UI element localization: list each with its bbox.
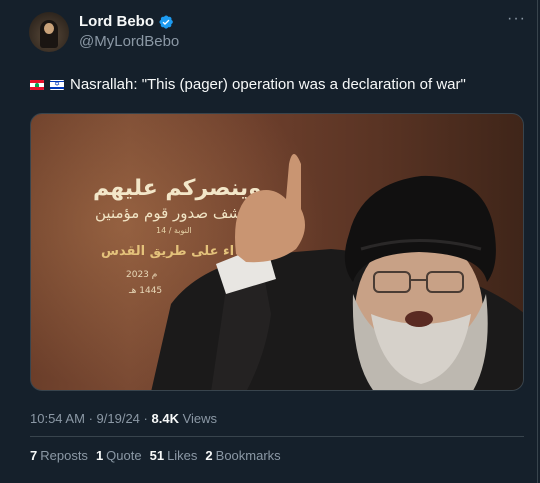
likes-count: 51 [149, 448, 165, 463]
israel-flag-icon: ✡ [50, 79, 64, 90]
tweet-card: Lord Bebo @MyLordBebo ··· ✡ Nasrallah: "… [0, 0, 538, 483]
tweet-meta: 10:54 AM · 9/19/24 · 8.4K Views [30, 411, 217, 426]
meta-separator: · [143, 411, 148, 426]
quotes-label: Quote [106, 448, 142, 463]
tweet-time[interactable]: 10:54 AM [30, 411, 85, 426]
more-options-icon[interactable]: ··· [507, 11, 527, 30]
views-label: Views [182, 411, 218, 426]
likes-stat[interactable]: 51 Likes [150, 448, 198, 463]
user-info: Lord Bebo @MyLordBebo [79, 13, 179, 50]
display-name[interactable]: Lord Bebo [79, 13, 154, 30]
engagement-stats: 7 Reposts 1 Quote 51 Likes 2 Bookmarks [30, 448, 281, 463]
reposts-count: 7 [30, 448, 38, 463]
tweet-image[interactable]: وينصركم عليهم ويشف صدور قوم مؤمنين النوب… [30, 113, 524, 391]
bookmarks-stat[interactable]: 2 Bookmarks [205, 448, 280, 463]
name-row: Lord Bebo [79, 13, 179, 30]
quotes-stat[interactable]: 1 Quote [96, 448, 142, 463]
tweet-date[interactable]: 9/19/24 [97, 411, 140, 426]
bookmarks-label: Bookmarks [215, 448, 281, 463]
avatar-face [44, 23, 54, 34]
speaker-illustration [151, 154, 523, 390]
quotes-count: 1 [95, 448, 104, 463]
verified-badge-icon [158, 14, 174, 30]
reposts-stat[interactable]: 7 Reposts [30, 448, 88, 463]
meta-separator: · [88, 411, 93, 426]
lebanon-flag-icon [30, 79, 44, 90]
tweet-text: ✡ Nasrallah: "This (pager) operation was… [30, 76, 466, 93]
bookmarks-count: 2 [205, 448, 213, 463]
reposts-label: Reposts [40, 448, 88, 463]
avatar[interactable] [29, 12, 69, 52]
divider [30, 436, 524, 437]
views-count: 8.4K [151, 411, 179, 426]
likes-label: Likes [167, 448, 198, 463]
tweet-body: Nasrallah: "This (pager) operation was a… [70, 76, 466, 93]
handle[interactable]: @MyLordBebo [79, 33, 179, 50]
